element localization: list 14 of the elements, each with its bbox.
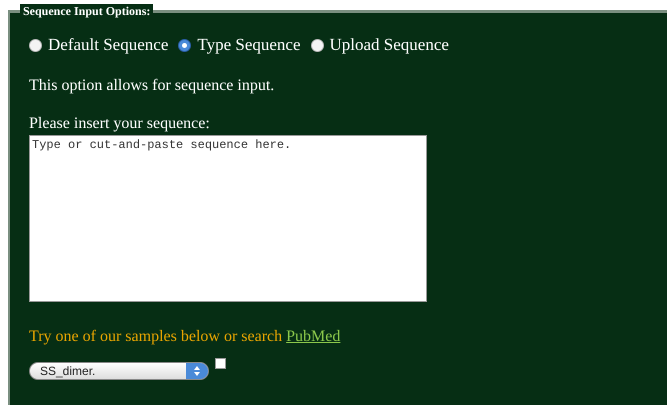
description-text: This option allows for sequence input. <box>29 77 276 95</box>
radio-label: Default Sequence <box>48 35 168 55</box>
prompt-label: Please insert your sequence: <box>29 115 211 133</box>
small-square-icon[interactable] <box>215 358 226 369</box>
radio-label: Type Sequence <box>197 35 301 55</box>
sequence-input[interactable]: Type or cut-and-paste sequence here. <box>29 135 427 302</box>
radio-button[interactable] <box>29 38 42 52</box>
radio-button[interactable] <box>178 38 192 52</box>
pubmed-link[interactable]: PubMed <box>286 328 340 345</box>
radio-button[interactable] <box>310 38 324 52</box>
fieldset-legend: Sequence Input Options: <box>20 4 154 19</box>
sample-dropdown[interactable]: SS_dimer. <box>29 362 209 380</box>
samples-text: Try one of our samples below or search PubMed <box>29 328 342 346</box>
radio-label: Upload Sequence <box>330 35 449 55</box>
